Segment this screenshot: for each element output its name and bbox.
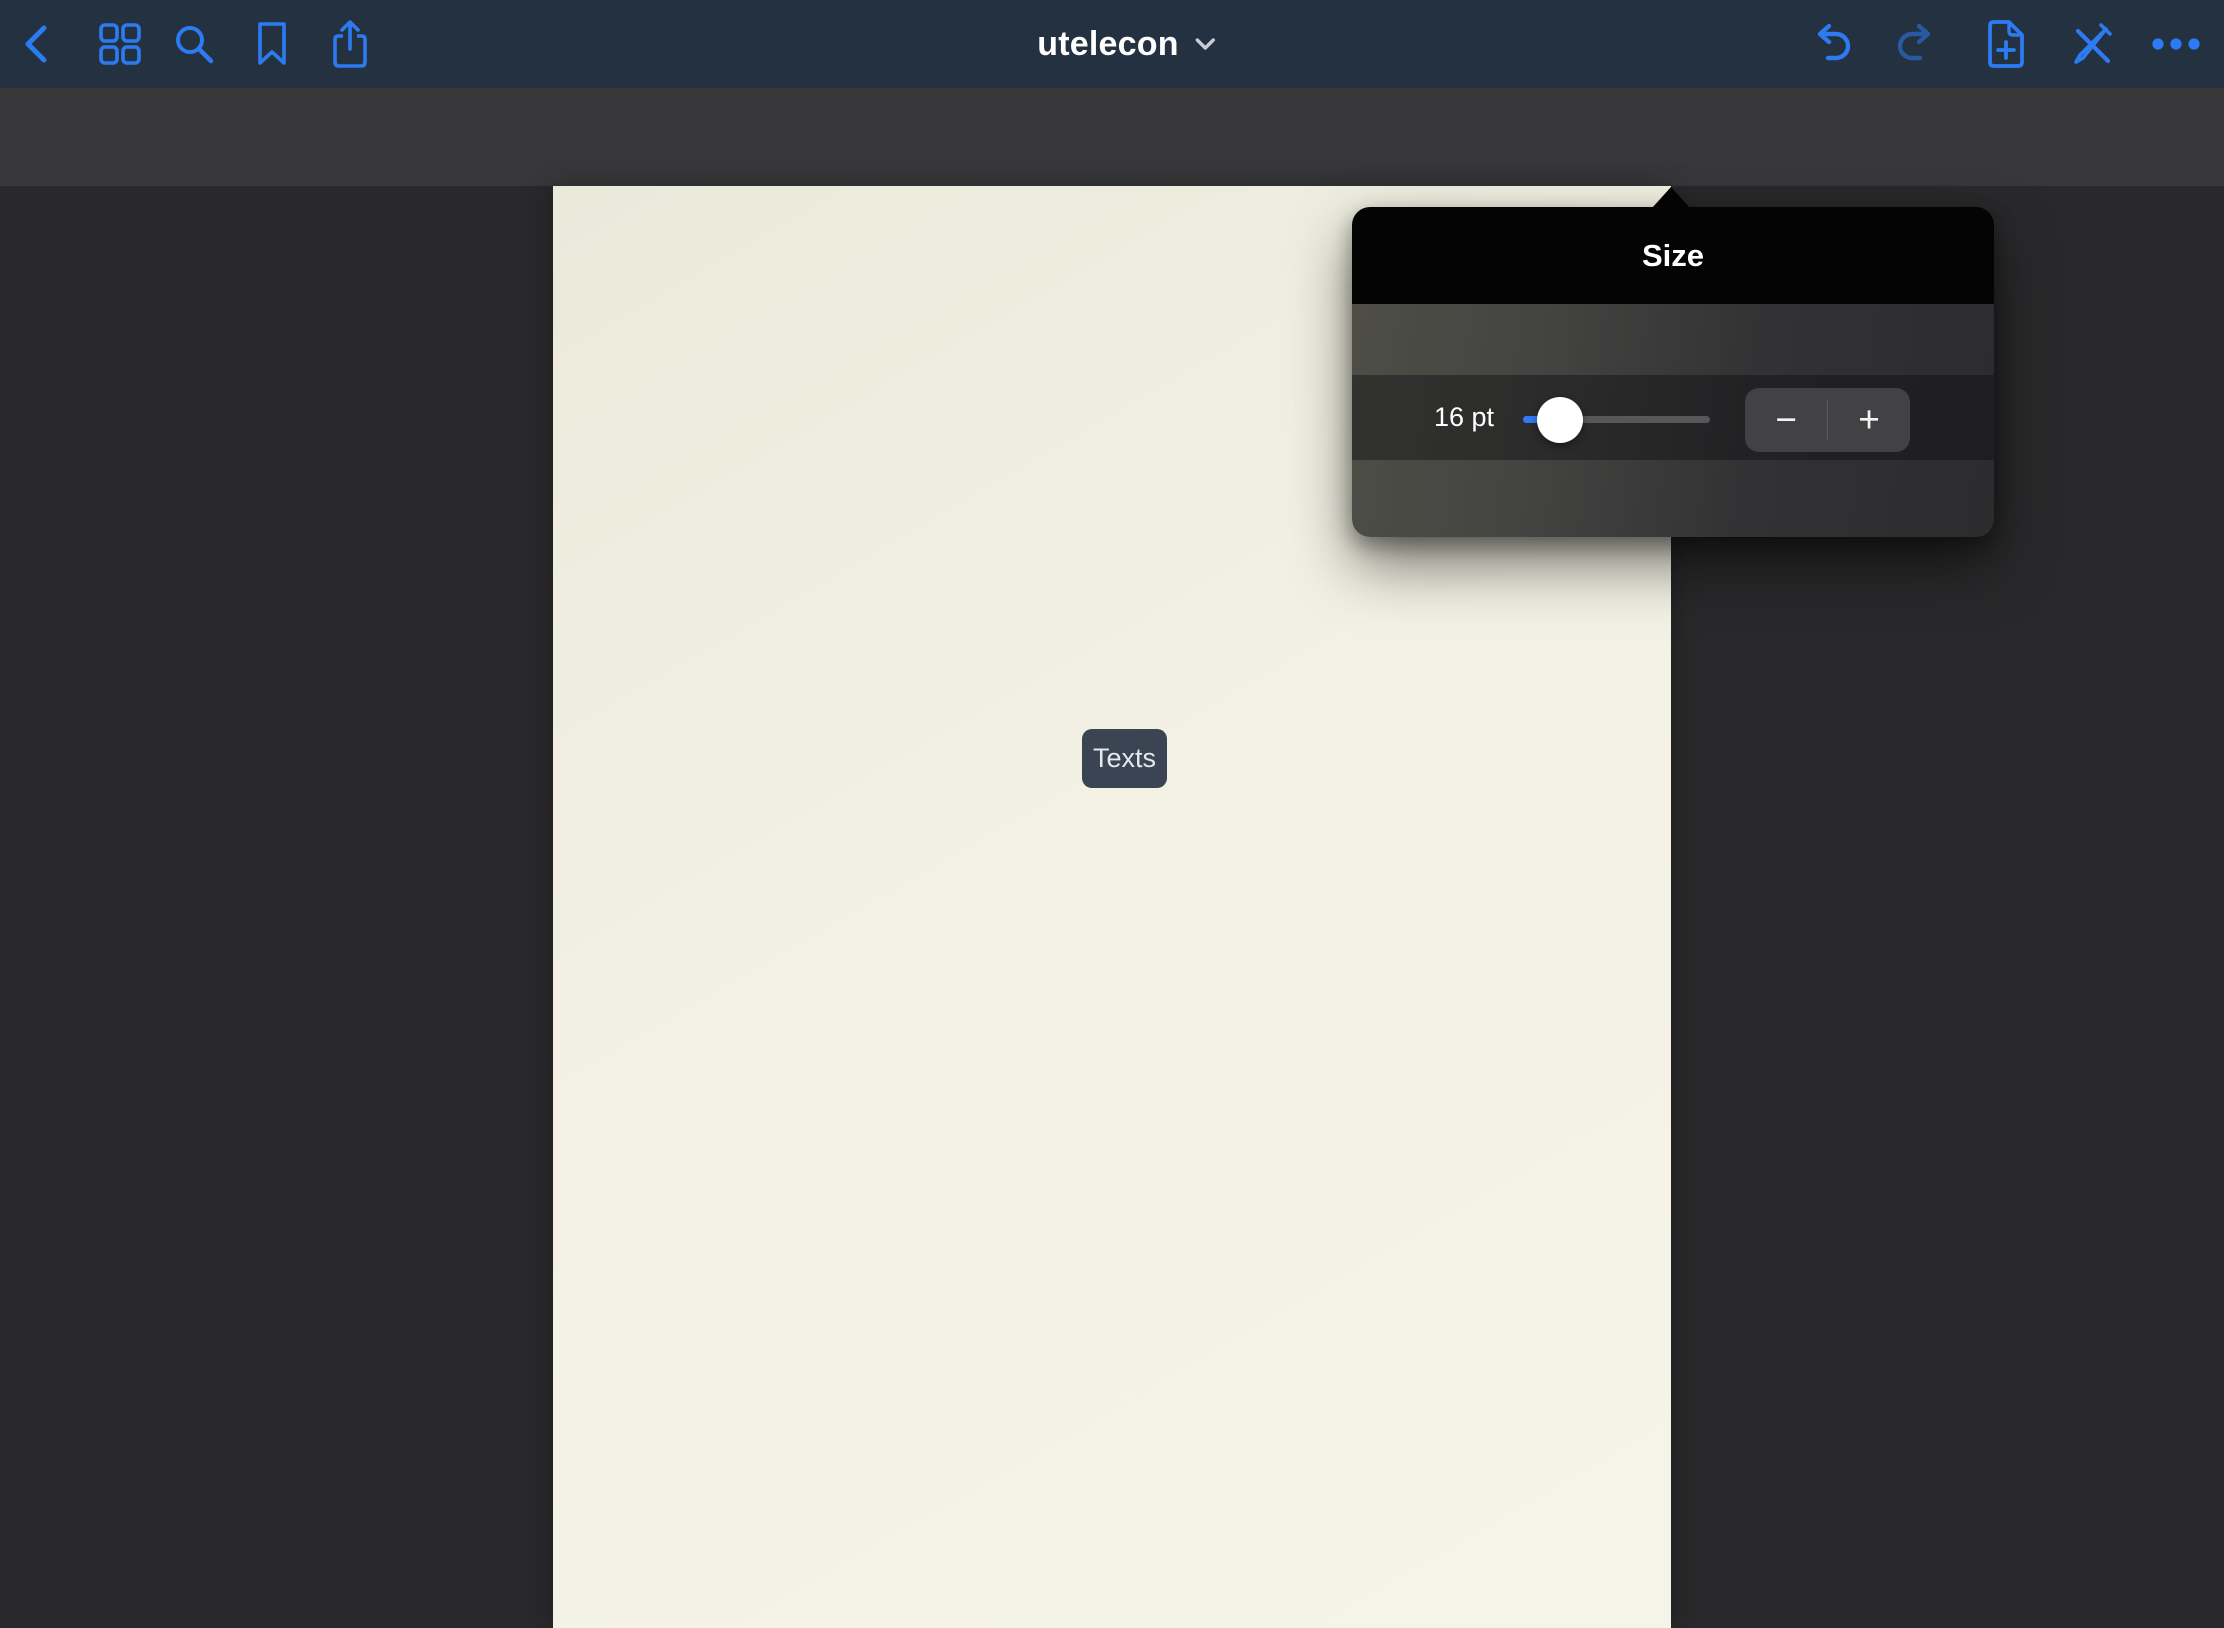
back-icon[interactable] (16, 20, 56, 68)
text-object-label: Texts (1093, 743, 1156, 774)
popover-title: Size (1642, 238, 1704, 274)
more-options-icon[interactable] (2150, 36, 2202, 52)
stop-editing-icon[interactable] (2068, 21, 2114, 67)
share-icon[interactable] (330, 19, 370, 69)
size-increase-button[interactable]: + (1828, 388, 1910, 452)
notes-app-window: utelecon (0, 0, 2224, 1628)
editing-toolbar: T HiraginoSans-… 16 T (0, 88, 2224, 187)
text-object[interactable]: Texts (1082, 729, 1167, 788)
add-page-icon[interactable] (1982, 18, 2028, 70)
undo-icon[interactable] (1806, 21, 1852, 67)
chevron-down-icon (1195, 37, 1217, 51)
search-icon[interactable] (172, 22, 216, 66)
size-slider-thumb[interactable] (1537, 397, 1583, 443)
size-value-label: 16 pt (1382, 375, 1494, 460)
bookmark-icon[interactable] (254, 21, 290, 67)
popover-header: Size (1352, 207, 1994, 304)
size-popover: Size 16 pt − + (1352, 186, 1994, 538)
thumbnails-grid-icon[interactable] (98, 22, 142, 66)
size-stepper: − + (1745, 388, 1910, 452)
size-decrease-button[interactable]: − (1745, 388, 1827, 452)
top-navigation-bar: utelecon (0, 0, 2224, 88)
document-title: utelecon (1037, 25, 1178, 64)
size-popover-panel: Size 16 pt − + (1352, 207, 1994, 537)
popover-caret (1652, 187, 1690, 208)
redo-icon[interactable] (1896, 21, 1942, 67)
canvas-area: Texts Size 16 pt − + (0, 186, 2224, 1628)
document-title-button[interactable]: utelecon (1037, 0, 1216, 88)
